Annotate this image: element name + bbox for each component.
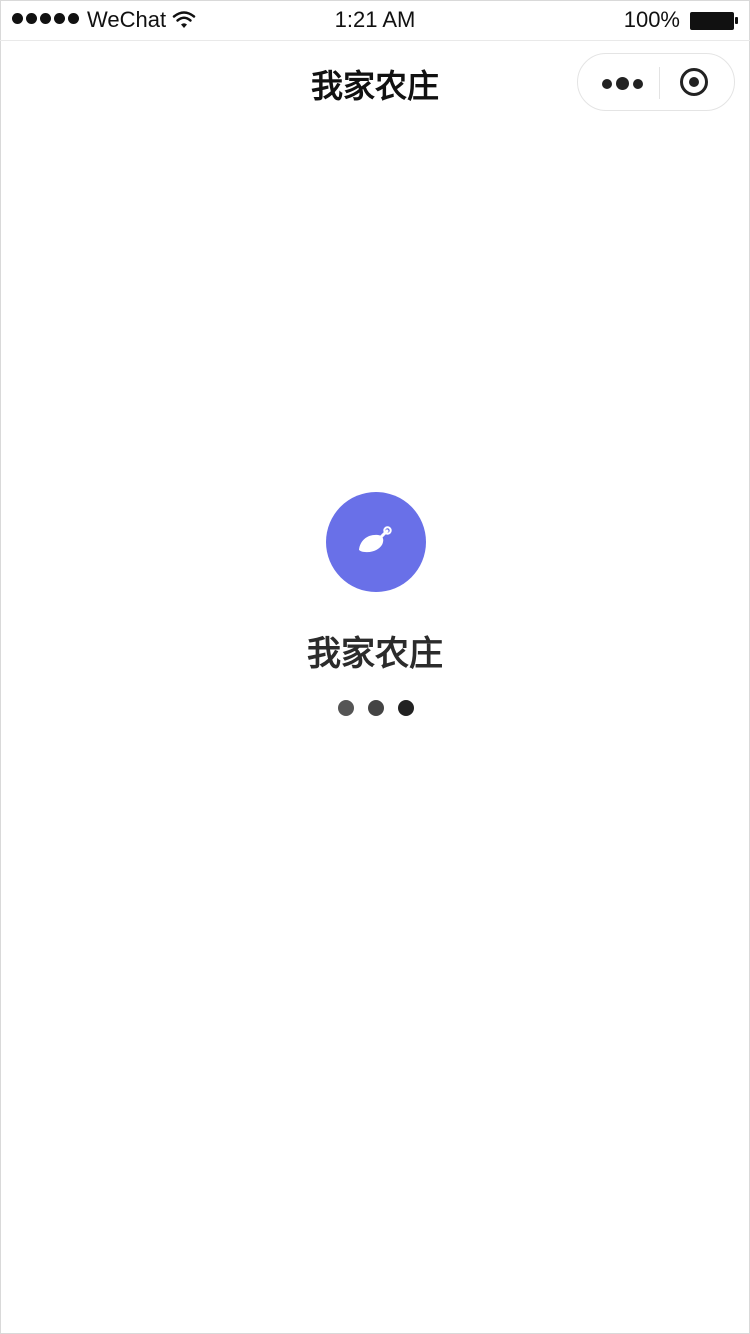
- leaf-icon: [359, 526, 392, 553]
- app-logo: [326, 492, 426, 592]
- app-name: 我家农庄: [307, 635, 443, 673]
- loading-dots-icon: [338, 700, 414, 716]
- splash-screen: 我家农庄: [0, 0, 750, 1334]
